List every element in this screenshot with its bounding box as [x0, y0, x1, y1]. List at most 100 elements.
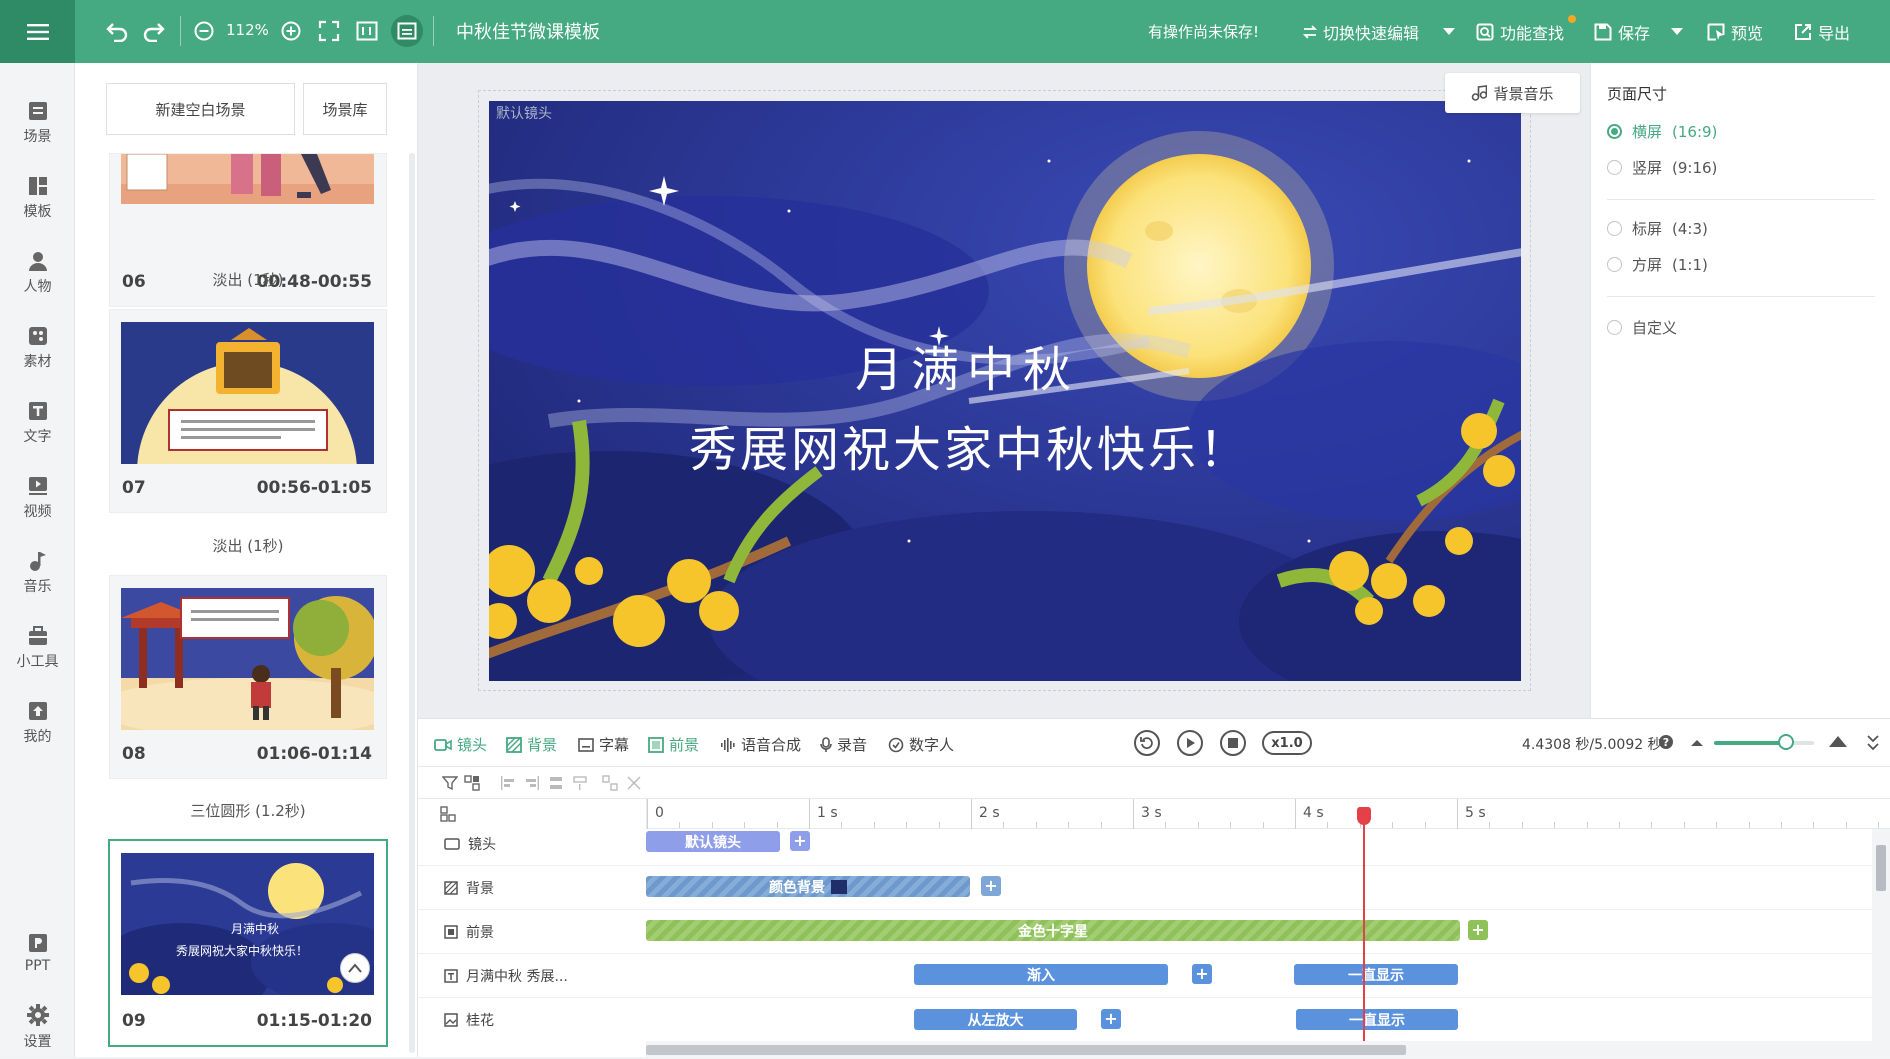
track-label-text[interactable]: 月满中秋 秀展... [444, 966, 568, 986]
nav-item-music[interactable]: 音乐 [0, 541, 75, 605]
switch-quick-edit-button[interactable]: 切换快速编辑 [1303, 20, 1419, 44]
nav-item-mine[interactable]: 我的 [0, 691, 75, 755]
chevron-down-icon[interactable] [1443, 28, 1455, 35]
fullscreen-button[interactable] [316, 18, 342, 44]
zoom-out-timeline-icon[interactable] [1690, 737, 1704, 747]
nav-item-ppt[interactable]: PPT [0, 921, 75, 985]
add-camera-clip-button[interactable]: + [790, 831, 810, 851]
distribute-icon[interactable] [548, 775, 564, 791]
scene-card[interactable]: 07 00:56-01:05 [109, 309, 387, 513]
transition-label[interactable]: 淡出 (1秒) [109, 535, 387, 556]
radio-button[interactable] [1607, 257, 1622, 272]
zoom-slider-handle[interactable] [1778, 734, 1794, 750]
play-button[interactable] [1177, 730, 1203, 756]
add-foreground-clip-button[interactable]: + [1468, 920, 1488, 940]
add-background-clip-button[interactable]: + [981, 876, 1001, 896]
same-width-icon[interactable] [572, 775, 588, 791]
redo-button[interactable] [141, 18, 167, 44]
clip-foreground[interactable]: 金色十字星 [646, 920, 1460, 941]
clip-camera[interactable]: 默认镜头 [646, 831, 780, 852]
radio-button[interactable] [1607, 320, 1622, 335]
align-right-icon[interactable] [524, 775, 540, 791]
radio-button[interactable] [1607, 124, 1622, 139]
track-label-image[interactable]: 桂花 [444, 1010, 494, 1030]
undo-button[interactable] [104, 18, 130, 44]
clip-flower-zoom[interactable]: 从左放大 [914, 1009, 1077, 1030]
chevron-down-icon[interactable] [1671, 28, 1683, 35]
headline-1[interactable]: 月满中秋 [855, 342, 1079, 398]
transition-label[interactable]: 三位圆形 (1.2秒) [109, 800, 387, 821]
headline-2[interactable]: 秀展网祝大家中秋快乐！ [689, 422, 1250, 478]
clip-text-fade-in[interactable]: 渐入 [914, 964, 1168, 985]
nav-item-template[interactable]: 模板 [0, 166, 75, 230]
timeline-zoom-slider[interactable] [1714, 734, 1814, 750]
timeline-horizontal-scrollbar[interactable] [646, 1041, 1872, 1058]
track-layout-icon[interactable] [440, 806, 456, 822]
track-label-foreground[interactable]: 前景 [444, 922, 494, 942]
nav-item-person[interactable]: 人物 [0, 241, 75, 305]
scrollbar-thumb[interactable] [1876, 845, 1886, 891]
tab-background[interactable]: 背景 [506, 734, 557, 755]
nav-item-text[interactable]: 文字 [0, 391, 75, 455]
stage[interactable]: 月满中秋 秀展网祝大家中秋快乐！ [489, 101, 1521, 681]
group-icon[interactable] [464, 775, 480, 791]
tab-subtitle[interactable]: 字幕 [578, 734, 629, 755]
subtitle-view-button[interactable] [391, 15, 423, 47]
track-label-background[interactable]: 背景 [444, 878, 494, 898]
radio-button[interactable] [1607, 221, 1622, 236]
clip-flower-hold[interactable]: 一直显示 [1296, 1009, 1458, 1030]
scene-card[interactable]: 08 01:06-01:14 [109, 575, 387, 779]
document-title[interactable]: 中秋佳节微课模板 [456, 18, 600, 44]
filter-icon[interactable] [442, 775, 458, 791]
divider [1607, 199, 1875, 200]
option-portrait[interactable]: 竖屏 (9:16) [1607, 157, 1717, 178]
feature-search-button[interactable]: 功能查找 [1476, 20, 1564, 44]
tab-recording[interactable]: 录音 [820, 734, 867, 755]
nav-item-toolbox[interactable]: 小工具 [0, 616, 75, 680]
scene-panel-scrollbar[interactable] [409, 153, 415, 1053]
option-standard[interactable]: 标屏 (4:3) [1607, 218, 1708, 239]
new-blank-scene-button[interactable]: 新建空白场景 [106, 83, 295, 135]
timeline-vertical-scrollbar[interactable] [1872, 829, 1890, 1058]
scene-library-button[interactable]: 场景库 [303, 83, 387, 135]
nav-item-material[interactable]: 素材 [0, 316, 75, 380]
option-custom[interactable]: 自定义 [1607, 317, 1677, 338]
preview-button[interactable]: 预览 [1707, 20, 1763, 44]
add-text-clip-button[interactable]: + [1192, 964, 1212, 984]
replay-button[interactable] [1134, 730, 1160, 756]
track-label-camera[interactable]: 镜头 [444, 834, 496, 854]
nav-item-video[interactable]: 视频 [0, 466, 75, 530]
background-music-button[interactable]: 背景音乐 [1445, 73, 1580, 113]
tab-voice-synthesis[interactable]: 语音合成 [720, 734, 801, 755]
option-landscape[interactable]: 横屏 (16:9) [1607, 121, 1717, 142]
option-square[interactable]: 方屏 (1:1) [1607, 254, 1708, 275]
merge-icon[interactable] [626, 775, 642, 791]
scroll-top-button[interactable] [340, 953, 370, 983]
stop-button[interactable] [1220, 730, 1246, 756]
fit-size-button[interactable] [354, 18, 380, 44]
clip-background[interactable]: 颜色背景 [646, 876, 970, 897]
collapse-timeline-icon[interactable] [1866, 734, 1880, 752]
split-icon[interactable] [602, 775, 618, 791]
export-button[interactable]: 导出 [1794, 20, 1850, 44]
clip-text-hold[interactable]: 一直显示 [1294, 964, 1458, 985]
zoom-in-timeline-icon[interactable] [1828, 734, 1848, 748]
time-ruler[interactable]: 0 1 s 2 s 3 s 4 s 5 s [646, 799, 1890, 829]
nav-item-settings[interactable]: 设置 [0, 995, 75, 1059]
nav-item-scene[interactable]: 场景 [0, 91, 75, 155]
transition-label[interactable]: 淡出 (1秒) [109, 269, 387, 290]
align-left-icon[interactable] [500, 775, 516, 791]
menu-button[interactable] [0, 0, 75, 63]
zoom-in-button[interactable] [278, 18, 304, 44]
tab-digital-human[interactable]: 数字人 [888, 734, 954, 755]
zoom-out-button[interactable] [191, 18, 217, 44]
scene-card-active[interactable]: 月满中秋 秀展网祝大家中秋快乐！ 09 01:15-01:20 [108, 839, 388, 1047]
radio-button[interactable] [1607, 160, 1622, 175]
tab-foreground[interactable]: 前景 [648, 734, 699, 755]
scrollbar-thumb[interactable] [646, 1045, 1406, 1055]
help-icon[interactable]: ? [1658, 734, 1674, 750]
playback-speed-button[interactable]: x1.0 [1262, 731, 1312, 755]
save-button[interactable]: 保存 [1594, 20, 1650, 44]
tab-camera[interactable]: 镜头 [434, 734, 487, 755]
add-flower-clip-button[interactable]: + [1101, 1009, 1121, 1029]
